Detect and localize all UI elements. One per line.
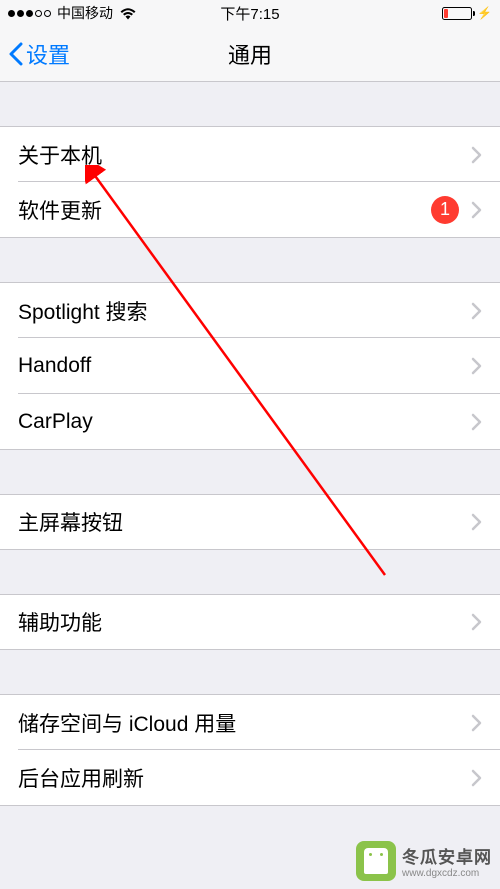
row-label: 辅助功能 xyxy=(18,607,471,637)
chevron-right-icon xyxy=(471,302,482,320)
status-bar: 中国移动 下午7:15 ⚡ xyxy=(0,0,500,26)
chevron-right-icon xyxy=(471,513,482,531)
settings-row[interactable]: 关于本机 xyxy=(0,126,500,182)
watermark-icon xyxy=(356,841,396,881)
settings-content: 关于本机软件更新1 Spotlight 搜索 Handoff CarPlay 主屏幕按钮… xyxy=(0,126,500,806)
settings-group: 主屏幕按钮 xyxy=(0,494,500,550)
row-label: Handoff xyxy=(18,354,471,378)
watermark-url: www.dgxcdz.com xyxy=(402,868,492,879)
chevron-right-icon xyxy=(471,413,482,431)
notification-badge: 1 xyxy=(431,196,459,224)
settings-group: 辅助功能 xyxy=(0,594,500,650)
row-label: Spotlight 搜索 xyxy=(18,296,471,326)
row-label: 软件更新 xyxy=(18,195,431,225)
settings-row[interactable]: 储存空间与 iCloud 用量 xyxy=(0,694,500,750)
wifi-icon xyxy=(119,7,137,20)
charging-icon: ⚡ xyxy=(477,6,492,20)
settings-row[interactable]: 主屏幕按钮 xyxy=(0,494,500,550)
settings-row[interactable]: CarPlay xyxy=(0,394,500,450)
status-left: 中国移动 xyxy=(8,3,137,23)
row-label: 储存空间与 iCloud 用量 xyxy=(18,708,471,738)
settings-row[interactable]: 辅助功能 xyxy=(0,594,500,650)
row-label: 主屏幕按钮 xyxy=(18,507,471,537)
chevron-right-icon xyxy=(471,613,482,631)
chevron-right-icon xyxy=(471,146,482,164)
settings-row[interactable]: Handoff xyxy=(0,338,500,394)
carrier-label: 中国移动 xyxy=(57,3,113,23)
page-title: 通用 xyxy=(228,38,272,70)
status-time: 下午7:15 xyxy=(220,3,279,24)
chevron-right-icon xyxy=(471,201,482,219)
watermark: 冬瓜安卓网 www.dgxcdz.com xyxy=(356,841,492,881)
settings-group: Spotlight 搜索 Handoff CarPlay xyxy=(0,282,500,450)
back-label: 设置 xyxy=(26,38,70,70)
settings-row[interactable]: Spotlight 搜索 xyxy=(0,282,500,338)
settings-row[interactable]: 后台应用刷新 xyxy=(0,750,500,806)
row-label: 关于本机 xyxy=(18,140,471,170)
settings-row[interactable]: 软件更新1 xyxy=(0,182,500,238)
navigation-bar: 设置 通用 xyxy=(0,26,500,82)
chevron-right-icon xyxy=(471,357,482,375)
chevron-right-icon xyxy=(471,714,482,732)
row-label: 后台应用刷新 xyxy=(18,763,471,793)
back-button[interactable]: 设置 xyxy=(8,38,70,70)
settings-group: 储存空间与 iCloud 用量后台应用刷新 xyxy=(0,694,500,806)
signal-strength-icon xyxy=(8,10,51,17)
chevron-left-icon xyxy=(8,42,23,66)
row-label: CarPlay xyxy=(18,410,471,434)
chevron-right-icon xyxy=(471,769,482,787)
battery-icon xyxy=(442,7,472,20)
watermark-title: 冬瓜安卓网 xyxy=(402,843,492,868)
settings-group: 关于本机软件更新1 xyxy=(0,126,500,238)
status-right: ⚡ xyxy=(442,6,492,20)
